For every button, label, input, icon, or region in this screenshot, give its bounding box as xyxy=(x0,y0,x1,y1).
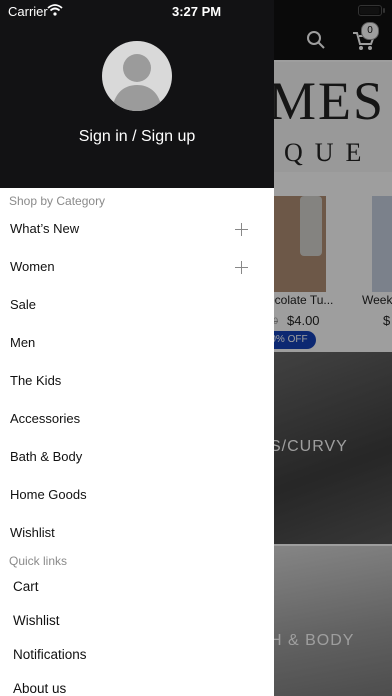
quick-link-notifications[interactable]: Notifications xyxy=(0,640,274,672)
plus-icon[interactable] xyxy=(235,261,249,275)
status-time: 3:27 PM xyxy=(172,4,222,19)
menu-item-whats-new[interactable]: What’s New xyxy=(0,212,274,248)
menu-item-the-kids[interactable]: The Kids xyxy=(0,364,274,400)
menu-item-label: The Kids xyxy=(10,373,62,388)
menu-item-accessories[interactable]: Accessories xyxy=(0,402,274,438)
menu-item-men[interactable]: Men xyxy=(0,326,274,362)
quick-link-about-us[interactable]: About us xyxy=(0,674,274,696)
menu-item-label: Sale xyxy=(10,297,37,312)
menu-item-label: Women xyxy=(10,259,55,274)
menu-item-bath-body[interactable]: Bath & Body xyxy=(0,440,274,476)
menu-item-women[interactable]: Women xyxy=(0,250,274,286)
user-icon xyxy=(112,54,162,111)
menu-item-sale[interactable]: Sale xyxy=(0,288,274,324)
menu-item-label: Wishlist xyxy=(10,525,55,540)
menu-item-wishlist[interactable]: Wishlist xyxy=(0,516,274,552)
side-drawer: Sign in / Sign up Shop by Category What’… xyxy=(0,0,274,696)
menu-item-label: Bath & Body xyxy=(10,449,83,464)
shop-by-category-heading: Shop by Category xyxy=(9,194,106,208)
sign-in-link[interactable]: Sign in / Sign up xyxy=(0,128,274,146)
menu-item-label: Home Goods xyxy=(10,487,87,502)
menu-item-label: Accessories xyxy=(10,411,81,426)
wifi-icon xyxy=(47,4,63,16)
quick-link-label: Cart xyxy=(13,579,39,594)
quick-link-label: Wishlist xyxy=(13,613,60,628)
quick-link-label: Notifications xyxy=(13,647,87,662)
menu-item-label: What’s New xyxy=(10,221,80,236)
quick-link-wishlist[interactable]: Wishlist xyxy=(0,606,274,638)
battery-icon xyxy=(358,5,382,16)
quick-link-label: About us xyxy=(13,681,67,696)
quick-link-cart[interactable]: Cart xyxy=(0,572,274,604)
carrier-label: Carrier xyxy=(8,4,48,19)
quick-links-heading: Quick links xyxy=(9,554,68,568)
plus-icon[interactable] xyxy=(235,223,249,237)
menu-item-label: Men xyxy=(10,335,36,350)
status-bar: Carrier 3:27 PM xyxy=(0,0,392,22)
drawer-header: Sign in / Sign up xyxy=(0,0,274,188)
menu-item-home-goods[interactable]: Home Goods xyxy=(0,478,274,514)
avatar[interactable] xyxy=(102,41,172,111)
